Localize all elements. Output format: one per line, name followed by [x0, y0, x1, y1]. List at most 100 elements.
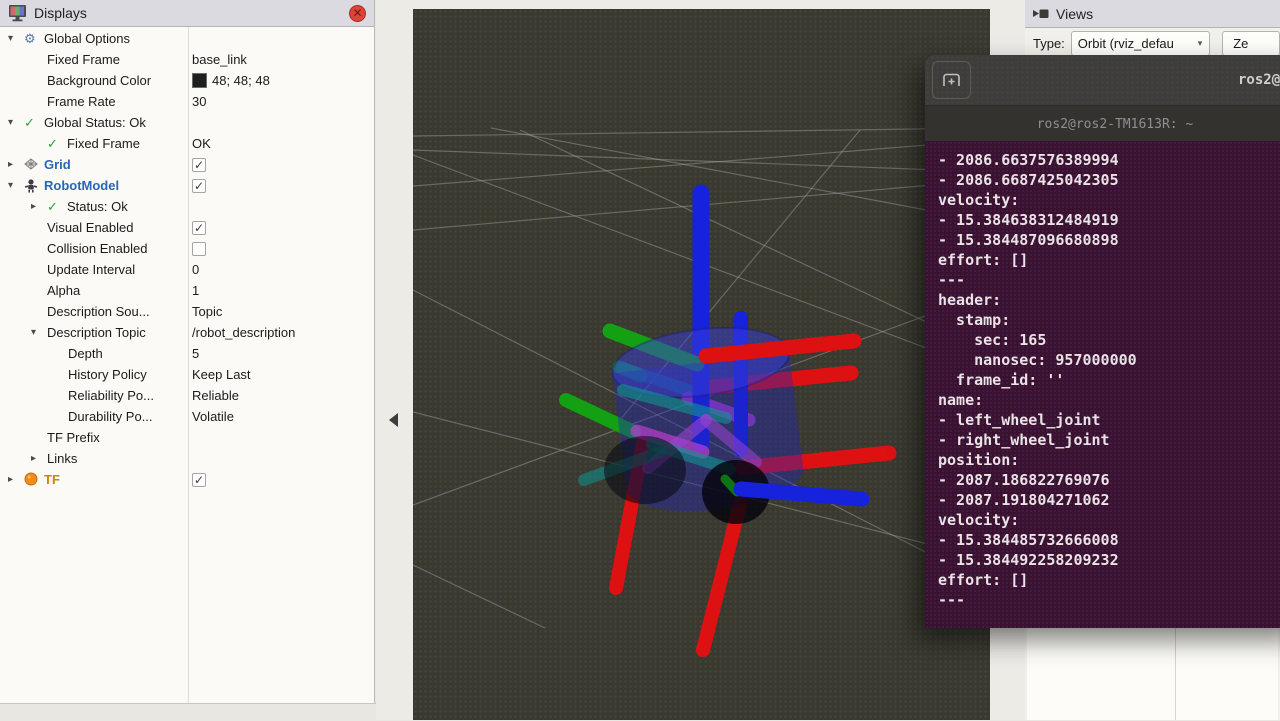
checkbox[interactable]: ✓: [192, 473, 206, 487]
displays-panel-header: Displays ✕: [0, 0, 374, 27]
property-label: Global Options: [44, 31, 130, 46]
checkbox[interactable]: [192, 242, 206, 256]
property-value[interactable]: Volatile: [192, 409, 234, 424]
color-swatch[interactable]: [192, 73, 207, 88]
tree-row-tf-prefix[interactable]: TF Prefix: [0, 427, 374, 448]
property-label: Fixed Frame: [67, 136, 140, 151]
tree-row-tf[interactable]: ▸TF✓: [0, 469, 374, 490]
property-value[interactable]: Reliable: [192, 388, 239, 403]
gear-icon: ⚙: [24, 31, 44, 47]
robot-icon: [24, 178, 44, 194]
chevron-down-icon: ▾: [1198, 38, 1203, 49]
top-strip: [376, 0, 990, 9]
displays-panel-bottom-strip: [0, 703, 413, 721]
expand-arrow-icon[interactable]: ▾: [8, 180, 24, 191]
displays-panel: Displays ✕ ▾⚙Global OptionsFixed Frameba…: [0, 0, 375, 703]
tree-row-status-ok[interactable]: ▸✓Status: Ok: [0, 196, 374, 217]
terminal-window: ros2@ ros2@ros2-TM1613R: ~ - 2086.663757…: [925, 55, 1280, 628]
tree-row-global-status-ok[interactable]: ▾✓Global Status: Ok: [0, 112, 374, 133]
property-value[interactable]: 48; 48; 48: [212, 73, 270, 88]
views-type-row: Type: Orbit (rviz_defau ▾ Ze: [1025, 30, 1280, 57]
grid-icon: [24, 157, 44, 173]
property-label: RobotModel: [44, 178, 119, 193]
property-label: Description Sou...: [47, 304, 150, 319]
check-icon: ✓: [24, 115, 44, 131]
tree-row-robotmodel[interactable]: ▾ RobotModel ✓: [0, 175, 374, 196]
expand-arrow-icon[interactable]: ▾: [8, 117, 24, 128]
zero-button[interactable]: Ze: [1222, 31, 1280, 56]
property-value[interactable]: OK: [192, 136, 211, 151]
view-type-dropdown[interactable]: Orbit (rviz_defau ▾: [1071, 31, 1210, 56]
terminal-tab-bar[interactable]: ros2@ros2-TM1613R: ~: [925, 105, 1280, 142]
3d-viewport[interactable]: [413, 9, 990, 720]
tree-row-fixed-frame[interactable]: ✓Fixed Frame OK: [0, 133, 374, 154]
property-label: Depth: [68, 346, 103, 361]
tree-row-history-policy[interactable]: History Policy Keep Last: [0, 364, 374, 385]
tree-row-fixed-frame[interactable]: Fixed Frame base_link: [0, 49, 374, 70]
tf-icon: [24, 472, 44, 488]
tree-row-reliability-po-[interactable]: Reliability Po... Reliable: [0, 385, 374, 406]
camera-icon: [1032, 7, 1050, 21]
checkbox[interactable]: ✓: [192, 221, 206, 235]
property-label: Collision Enabled: [47, 241, 147, 256]
expand-arrow-icon[interactable]: ▾: [8, 33, 24, 44]
property-value[interactable]: /robot_description: [192, 325, 295, 340]
expand-arrow-icon[interactable]: ▸: [8, 474, 24, 485]
view-type-value: Orbit (rviz_defau: [1078, 36, 1196, 51]
property-label: Status: Ok: [67, 199, 128, 214]
property-value[interactable]: 1: [192, 283, 199, 298]
tree-row-links[interactable]: ▸Links: [0, 448, 374, 469]
tree-row-description-topic[interactable]: ▾Description Topic/robot_description: [0, 322, 374, 343]
displays-property-tree: ▾⚙Global OptionsFixed Framebase_linkBack…: [0, 27, 374, 703]
displays-monitor-icon: [8, 4, 28, 22]
new-tab-button[interactable]: [932, 61, 971, 99]
tree-row-visual-enabled[interactable]: Visual Enabled✓: [0, 217, 374, 238]
check-icon: ✓: [47, 199, 67, 215]
property-label: Links: [47, 451, 77, 466]
property-label: Grid: [44, 157, 71, 172]
close-icon[interactable]: ✕: [349, 5, 366, 22]
expand-arrow-icon[interactable]: ▸: [31, 201, 47, 212]
expand-arrow-icon[interactable]: ▸: [8, 159, 24, 170]
property-value[interactable]: Topic: [192, 304, 222, 319]
tree-row-background-color[interactable]: Background Color 48; 48; 48: [0, 70, 374, 91]
collapse-panel-icon[interactable]: [389, 413, 398, 427]
tree-row-collision-enabled[interactable]: Collision Enabled: [0, 238, 374, 259]
check-icon: ✓: [47, 136, 67, 152]
terminal-output[interactable]: - 2086.6637576389994 - 2086.668742504230…: [925, 141, 1280, 628]
property-value[interactable]: 0: [192, 262, 199, 277]
property-label: Background Color: [47, 73, 151, 88]
3d-scene: [413, 9, 990, 720]
displays-panel-title: Displays: [34, 5, 87, 21]
tree-row-durability-po-[interactable]: Durability Po...Volatile: [0, 406, 374, 427]
property-label: History Policy: [68, 367, 147, 382]
property-label: Reliability Po...: [68, 388, 154, 403]
property-label: Description Topic: [47, 325, 146, 340]
tree-row-update-interval[interactable]: Update Interval 0: [0, 259, 374, 280]
property-value[interactable]: base_link: [192, 52, 247, 67]
terminal-titlebar[interactable]: ros2@: [925, 55, 1280, 105]
tree-column-divider[interactable]: [188, 27, 189, 703]
terminal-text: - 2086.6637576389994 - 2086.668742504230…: [925, 141, 1280, 610]
property-label: Alpha: [47, 283, 80, 298]
checkbox[interactable]: ✓: [192, 179, 206, 193]
tree-row-frame-rate[interactable]: Frame Rate30: [0, 91, 374, 112]
property-label: Global Status: Ok: [44, 115, 146, 130]
left-splitter[interactable]: [376, 0, 413, 720]
tree-row-alpha[interactable]: Alpha 1: [0, 280, 374, 301]
tree-row-global-options[interactable]: ▾⚙Global Options: [0, 28, 374, 49]
tree-row-grid[interactable]: ▸ Grid ✓: [0, 154, 374, 175]
property-value[interactable]: 5: [192, 346, 199, 361]
property-value[interactable]: 30: [192, 94, 206, 109]
view-type-label: Type:: [1033, 36, 1065, 51]
property-value[interactable]: Keep Last: [192, 367, 251, 382]
tree-row-description-sou-[interactable]: Description Sou... Topic: [0, 301, 374, 322]
property-label: Update Interval: [47, 262, 135, 277]
checkbox[interactable]: ✓: [192, 158, 206, 172]
expand-arrow-icon[interactable]: ▾: [31, 327, 47, 338]
property-label: Fixed Frame: [47, 52, 120, 67]
expand-arrow-icon[interactable]: ▸: [31, 453, 47, 464]
property-label: TF Prefix: [47, 430, 100, 445]
tree-row-depth[interactable]: Depth 5: [0, 343, 374, 364]
terminal-title: ros2@: [1238, 72, 1280, 88]
